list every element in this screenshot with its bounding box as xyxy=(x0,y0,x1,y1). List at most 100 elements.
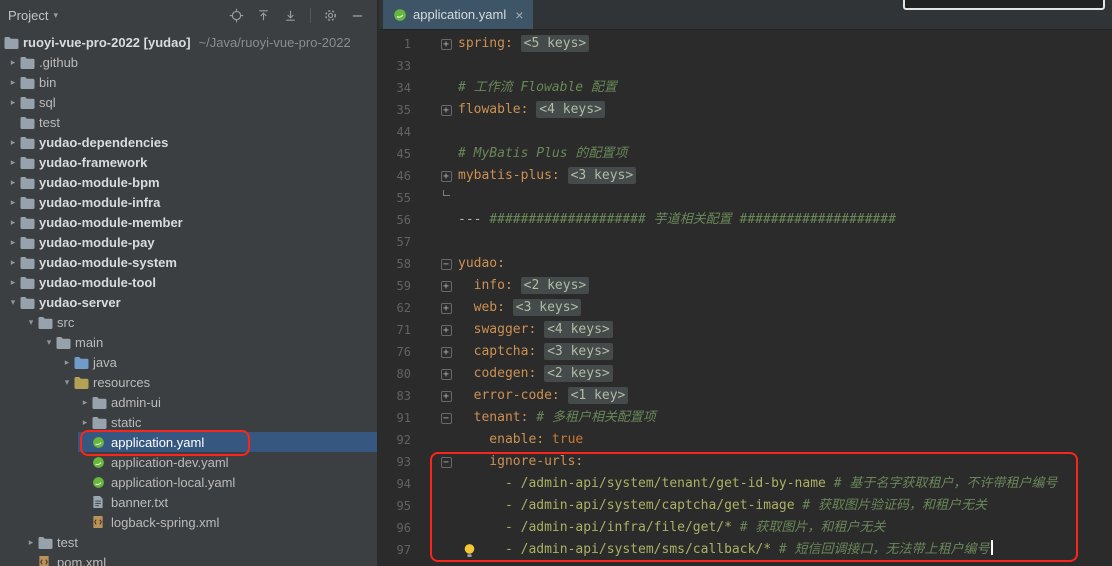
hide-panel-icon[interactable] xyxy=(350,8,365,23)
fold-plus-icon[interactable]: + xyxy=(439,385,453,407)
tree-item-application-local.yaml[interactable]: application-local.yaml xyxy=(0,472,377,492)
code-line-57[interactable]: 57 xyxy=(379,231,1112,253)
tree-item-main[interactable]: ▾main xyxy=(0,332,377,352)
chevron-right-icon[interactable]: ▸ xyxy=(6,197,20,208)
tree-item-application-dev.yaml[interactable]: application-dev.yaml xyxy=(0,452,377,472)
code-line-58[interactable]: 58−yudao: xyxy=(379,253,1112,275)
code-line-59[interactable]: 59+ info: <2 keys> xyxy=(379,275,1112,297)
tree-item-application.yaml[interactable]: application.yaml xyxy=(0,432,377,452)
fold-plus-icon[interactable]: + xyxy=(439,319,453,341)
fold-gutter xyxy=(439,495,453,517)
tree-item-pom.xml[interactable]: pom.xml xyxy=(0,552,377,566)
code-line-83[interactable]: 83+ error-code: <1 key> xyxy=(379,385,1112,407)
tree-item-yudao-framework[interactable]: ▸yudao-framework xyxy=(0,152,377,172)
collapse-all-icon[interactable] xyxy=(283,8,298,23)
code-line-46[interactable]: 46+mybatis-plus: <3 keys> xyxy=(379,165,1112,187)
intention-bulb-icon[interactable] xyxy=(463,543,476,558)
tree-item-java[interactable]: ▸java xyxy=(0,352,377,372)
tree-item-logback-spring.xml[interactable]: logback-spring.xml xyxy=(0,512,377,532)
tree-item-yudao-server[interactable]: ▾yudao-server xyxy=(0,292,377,312)
editor-tab-application-yaml[interactable]: application.yaml × xyxy=(383,0,533,29)
chevron-right-icon[interactable]: ▸ xyxy=(6,137,20,148)
fold-plus-icon[interactable]: + xyxy=(439,363,453,385)
code-line-94[interactable]: 94 - /admin-api/system/tenant/get-id-by-… xyxy=(379,473,1112,495)
folder-icon xyxy=(20,96,38,109)
fold-plus-icon[interactable]: + xyxy=(439,275,453,297)
code-line-45[interactable]: 45# MyBatis Plus 的配置项 xyxy=(379,143,1112,165)
fold-plus-icon[interactable]: + xyxy=(439,297,453,319)
chevron-down-icon[interactable]: ▾ xyxy=(24,317,38,328)
chevron-right-icon[interactable]: ▸ xyxy=(6,77,20,88)
chevron-right-icon[interactable]: ▸ xyxy=(6,257,20,268)
chevron-right-icon[interactable]: ▸ xyxy=(78,397,92,408)
close-icon[interactable]: × xyxy=(515,8,523,22)
tree-item-test[interactable]: test xyxy=(0,112,377,132)
code-line-1[interactable]: 1+spring: <5 keys> xyxy=(379,33,1112,55)
chevron-right-icon[interactable]: ▸ xyxy=(6,157,20,168)
chevron-down-icon[interactable]: ▾ xyxy=(53,10,58,21)
tree-item-yudao-module-system[interactable]: ▸yudao-module-system xyxy=(0,252,377,272)
tree-item-label: yudao-module-infra xyxy=(39,195,160,210)
tree-item-bin[interactable]: ▸bin xyxy=(0,72,377,92)
code-text: spring: <5 keys> xyxy=(458,33,589,55)
chevron-right-icon[interactable]: ▸ xyxy=(6,277,20,288)
tree-item-yudao-module-infra[interactable]: ▸ yudao-module-infra xyxy=(0,192,377,212)
chevron-right-icon[interactable]: ▸ xyxy=(6,237,20,248)
code-line-62[interactable]: 62+ web: <3 keys> xyxy=(379,297,1112,319)
tree-item-src[interactable]: ▾src xyxy=(0,312,377,332)
gear-icon[interactable] xyxy=(323,8,338,23)
fold-plus-icon[interactable]: + xyxy=(439,33,453,55)
tree-item-ruoyi-vue-pro-2022-yudao-[interactable]: ruoyi-vue-pro-2022 [yudao]~/Java/ruoyi-v… xyxy=(0,32,377,52)
tree-item-.github[interactable]: ▸.github xyxy=(0,52,377,72)
code-line-71[interactable]: 71+ swagger: <4 keys> xyxy=(379,319,1112,341)
code-line-93[interactable]: 93− ignore-urls: xyxy=(379,451,1112,473)
code-line-97[interactable]: 97 - /admin-api/system/sms/callback/* # … xyxy=(379,539,1112,561)
code-line-33[interactable]: 33 xyxy=(379,55,1112,77)
chevron-right-icon[interactable]: ▸ xyxy=(6,177,20,188)
expand-all-icon[interactable] xyxy=(256,8,271,23)
chevron-down-icon[interactable]: ▾ xyxy=(60,377,74,388)
chevron-right-icon[interactable]: ▸ xyxy=(24,537,38,548)
locate-file-icon[interactable] xyxy=(229,8,244,23)
tree-item-yudao-module-member[interactable]: ▸yudao-module-member xyxy=(0,212,377,232)
tree-item-admin-ui[interactable]: ▸admin-ui xyxy=(0,392,377,412)
chevron-right-icon[interactable]: ▸ xyxy=(60,357,74,368)
fold-minus-icon[interactable]: − xyxy=(439,451,453,473)
tree-item-sql[interactable]: ▸sql xyxy=(0,92,377,112)
chevron-right-icon[interactable]: ▸ xyxy=(78,417,92,428)
code-line-34[interactable]: 34# 工作流 Flowable 配置 xyxy=(379,77,1112,99)
project-panel-title[interactable]: Project xyxy=(8,8,48,23)
tree-item-yudao-dependencies[interactable]: ▸yudao-dependencies xyxy=(0,132,377,152)
tree-item-banner.txt[interactable]: banner.txt xyxy=(0,492,377,512)
fold-minus-icon[interactable]: − xyxy=(439,253,453,275)
tree-item-resources[interactable]: ▾resources xyxy=(0,372,377,392)
fold-end-icon[interactable] xyxy=(439,187,453,209)
code-line-92[interactable]: 92 enable: true xyxy=(379,429,1112,451)
code-line-91[interactable]: 91− tenant: # 多租户相关配置项 xyxy=(379,407,1112,429)
code-line-44[interactable]: 44 xyxy=(379,121,1112,143)
code-text: # MyBatis Plus 的配置项 xyxy=(458,143,627,165)
chevron-down-icon[interactable]: ▾ xyxy=(42,337,56,348)
chevron-right-icon[interactable]: ▸ xyxy=(6,97,20,108)
tree-item-yudao-module-tool[interactable]: ▸yudao-module-tool xyxy=(0,272,377,292)
tree-item-yudao-module-bpm[interactable]: ▸yudao-module-bpm xyxy=(0,172,377,192)
chevron-right-icon[interactable]: ▸ xyxy=(6,217,20,228)
fold-plus-icon[interactable]: + xyxy=(439,99,453,121)
code-line-35[interactable]: 35+flowable: <4 keys> xyxy=(379,99,1112,121)
fold-plus-icon[interactable]: + xyxy=(439,341,453,363)
code-line-80[interactable]: 80+ codegen: <2 keys> xyxy=(379,363,1112,385)
tree-item-yudao-module-pay[interactable]: ▸yudao-module-pay xyxy=(0,232,377,252)
code-text: codegen: <2 keys> xyxy=(458,363,613,385)
toolbar-separator xyxy=(310,8,311,23)
tree-item-static[interactable]: ▸static xyxy=(0,412,377,432)
code-line-95[interactable]: 95 - /admin-api/system/captcha/get-image… xyxy=(379,495,1112,517)
code-line-56[interactable]: 56--- #################### 芋道相关配置 ######… xyxy=(379,209,1112,231)
tree-item-test[interactable]: ▸test xyxy=(0,532,377,552)
chevron-right-icon[interactable]: ▸ xyxy=(6,57,20,68)
code-line-55[interactable]: 55 xyxy=(379,187,1112,209)
fold-plus-icon[interactable]: + xyxy=(439,165,453,187)
chevron-down-icon[interactable]: ▾ xyxy=(6,297,20,308)
code-line-76[interactable]: 76+ captcha: <3 keys> xyxy=(379,341,1112,363)
fold-minus-icon[interactable]: − xyxy=(439,407,453,429)
code-line-96[interactable]: 96 - /admin-api/infra/file/get/* # 获取图片，… xyxy=(379,517,1112,539)
